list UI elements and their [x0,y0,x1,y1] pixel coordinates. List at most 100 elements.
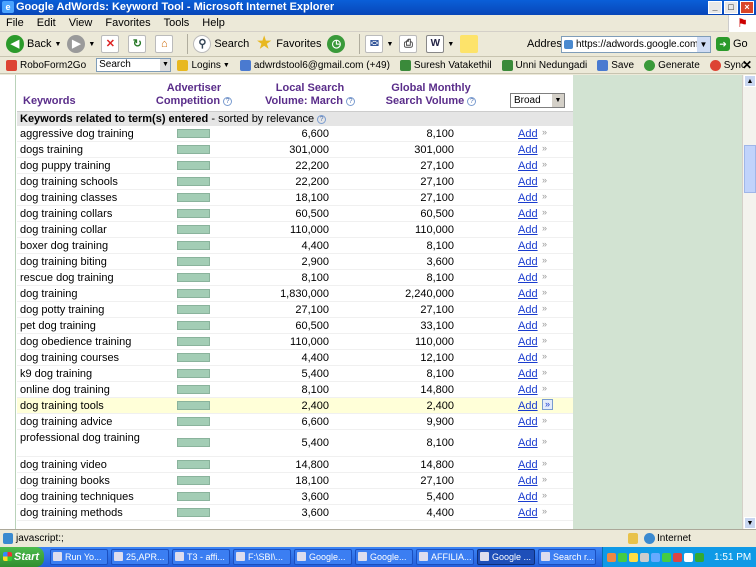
tray-icon[interactable] [607,552,616,562]
chevron-down-icon[interactable]: » [542,143,547,153]
tray-icon[interactable] [662,552,671,562]
add-keyword-link[interactable]: Add [518,491,538,503]
search-button[interactable]: ⚲ Search [193,35,249,53]
add-keyword-link[interactable]: Add [518,272,538,284]
header-local-volume[interactable]: Local Search Volume: March ? [260,82,360,108]
add-keyword-link[interactable]: Add [518,459,538,471]
roboform-button[interactable]: RoboForm2Go [6,59,86,71]
chevron-down-icon[interactable]: » [542,175,547,185]
add-keyword-link[interactable]: Add [518,256,538,268]
chevron-down-icon[interactable]: » [542,207,547,217]
tray-icon[interactable] [640,552,649,562]
edit-button[interactable]: W ▼ [426,35,454,53]
chevron-down-icon[interactable]: » [542,127,547,137]
scroll-thumb[interactable] [744,145,756,193]
home-button[interactable]: ⌂ [155,35,176,53]
chevron-down-icon[interactable]: » [542,303,547,313]
mail-button[interactable]: ✉ ▼ [365,35,393,53]
back-button[interactable]: ◀ Back ▼ [6,35,61,53]
identity-button[interactable]: adwrdstool6@gmail.com (+49) [239,59,390,71]
search-dropdown-icon[interactable]: ▼ [160,59,171,71]
taskbar-button[interactable]: Run Yo... [50,549,108,565]
add-keyword-link[interactable]: Add [518,336,538,348]
add-keyword-link[interactable]: Add [518,416,538,428]
tray-icon[interactable] [695,552,704,562]
chevron-down-icon[interactable]: » [542,239,547,249]
menu-help[interactable]: Help [202,17,225,29]
generate-button[interactable]: Generate [644,59,700,71]
go-button[interactable]: ➜ Go [716,37,748,51]
chevron-down-icon[interactable]: » [542,351,547,361]
add-keyword-link[interactable]: Add [518,144,538,156]
taskbar-button[interactable]: 25,APR... [111,549,169,565]
chevron-down-icon[interactable]: » [542,490,547,500]
chevron-down-icon[interactable]: » [542,159,547,169]
taskbar-button[interactable]: Google... [355,549,413,565]
notes-button[interactable] [460,35,481,53]
taskbar-button[interactable]: T3 - affi... [172,549,230,565]
menu-file[interactable]: File [6,17,24,29]
tray-icon[interactable] [618,552,627,562]
chevron-down-icon[interactable]: » [542,319,547,329]
chevron-down-icon[interactable]: » [542,367,547,377]
address-input[interactable]: https://adwords.google.com/select/ ▼ [561,36,711,53]
sync-button[interactable]: Sync [709,59,746,71]
forward-button[interactable]: ▶ ▼ [67,35,95,53]
close-button[interactable]: × [740,1,754,14]
add-keyword-link[interactable]: Add [518,400,538,412]
favorites-button[interactable]: ★ Favorites [255,35,321,53]
taskbar-button[interactable]: AFFILIA... [416,549,474,565]
chevron-down-icon[interactable]: » [542,383,547,393]
chevron-down-icon[interactable]: » [542,506,547,516]
add-keyword-link[interactable]: Add [518,320,538,332]
taskbar-button[interactable]: Google... [294,549,352,565]
start-button[interactable]: Start [0,547,44,567]
taskbar-button[interactable]: Google ... [477,549,535,565]
chevron-down-icon[interactable]: » [542,399,553,410]
scroll-down-icon[interactable]: ▼ [744,517,756,529]
add-keyword-link[interactable]: Add [518,240,538,252]
add-keyword-link[interactable]: Add [518,192,538,204]
chevron-down-icon[interactable]: » [542,191,547,201]
vertical-scrollbar[interactable]: ▲ ▼ [742,75,756,529]
toolbar-close-icon[interactable]: ✕ [742,58,752,72]
menu-favorites[interactable]: Favorites [105,17,150,29]
add-keyword-link[interactable]: Add [518,224,538,236]
contact-suresh[interactable]: Suresh Vatakethil [399,59,492,71]
help-icon[interactable]: ? [223,96,233,106]
chevron-down-icon[interactable]: » [542,436,547,446]
menu-edit[interactable]: Edit [37,17,56,29]
add-keyword-link[interactable]: Add [518,352,538,364]
header-competition[interactable]: Advertiser Competition ? [149,82,239,108]
add-keyword-link[interactable]: Add [518,304,538,316]
tray-icon[interactable] [673,552,682,562]
logins-button[interactable]: Logins ▼ [177,59,230,71]
header-global-volume[interactable]: Global Monthly Search Volume ? [381,82,481,108]
taskbar-button[interactable]: F:\SBI\... [233,549,291,565]
chevron-down-icon[interactable]: » [542,474,547,484]
roboform-search-input[interactable]: Search ▼ [96,58,172,72]
menu-tools[interactable]: Tools [164,17,190,29]
add-keyword-link[interactable]: Add [518,368,538,380]
refresh-button[interactable]: ↻ [128,35,149,53]
add-keyword-link[interactable]: Add [518,507,538,519]
help-icon[interactable]: ? [317,114,327,124]
contact-unni[interactable]: Unni Nedungadi [501,59,587,71]
menu-view[interactable]: View [69,17,93,29]
maximize-button[interactable]: □ [724,1,738,14]
address-dropdown-icon[interactable]: ▼ [697,37,710,52]
chevron-down-icon[interactable]: » [542,287,547,297]
add-keyword-link[interactable]: Add [518,288,538,300]
tray-icon[interactable] [651,552,660,562]
print-button[interactable]: ⎙ [399,35,420,53]
help-icon[interactable]: ? [346,96,356,106]
stop-button[interactable]: ✕ [101,35,122,53]
add-keyword-link[interactable]: Add [518,208,538,220]
add-keyword-link[interactable]: Add [518,384,538,396]
tray-icon[interactable] [629,552,638,562]
match-type-select[interactable]: Broad ▼ [510,93,565,108]
chevron-down-icon[interactable]: » [542,335,547,345]
tray-icon[interactable] [684,552,693,562]
header-keywords[interactable]: Keywords [23,95,76,108]
taskbar-button[interactable]: Search r... [538,549,596,565]
